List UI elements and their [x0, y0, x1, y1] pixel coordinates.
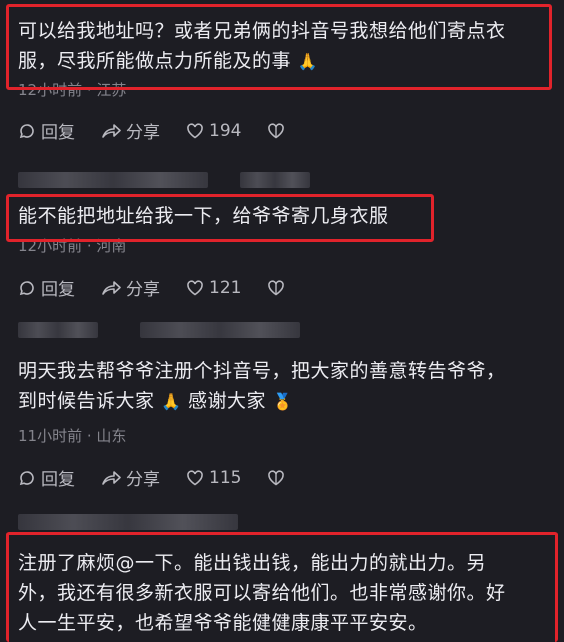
like-button[interactable]: 194: [186, 121, 241, 141]
share-icon: [102, 470, 121, 485]
blurred-username: [18, 322, 98, 338]
blurred-username: [140, 322, 300, 338]
highlight-box-2: [6, 194, 434, 242]
blurred-username: [18, 514, 238, 530]
reply-icon: [19, 470, 34, 485]
like-button[interactable]: 121: [186, 278, 241, 298]
comment-actions: 回复 分享 121: [18, 275, 316, 300]
share-button[interactable]: 分享: [101, 275, 160, 300]
blurred-username: [240, 172, 310, 188]
share-icon: [102, 123, 121, 138]
dislike-icon: [268, 122, 285, 138]
comment-meta: 11小时前 · 山东: [18, 427, 127, 445]
reply-button[interactable]: 回复: [18, 275, 75, 300]
like-count: 121: [209, 277, 242, 298]
reply-icon: [19, 280, 34, 295]
dislike-icon: [268, 469, 285, 485]
comment-text: 明天我去帮爷爷注册个抖音号，把大家的善意转告爷爷， 到时候告诉大家 🙏 感谢大家…: [18, 360, 506, 412]
like-button[interactable]: 115: [186, 468, 241, 488]
like-count: 115: [209, 467, 242, 488]
share-icon: [102, 280, 121, 295]
reply-icon: [19, 123, 34, 138]
dislike-button[interactable]: [267, 279, 290, 297]
pray-emoji: 🙏: [161, 392, 182, 411]
comment-actions: 回复 分享 115: [18, 465, 316, 490]
heart-icon: [187, 122, 203, 138]
dislike-button[interactable]: [267, 469, 290, 487]
comment-actions: 回复 分享 194: [18, 118, 316, 143]
highlight-box-3: [6, 532, 558, 642]
like-count: 194: [209, 120, 242, 141]
heart-icon: [187, 469, 203, 485]
reply-button[interactable]: 回复: [18, 118, 75, 143]
medal-emoji: 🏅: [272, 392, 294, 411]
dislike-icon: [268, 279, 285, 295]
dislike-button[interactable]: [267, 122, 290, 140]
blurred-username: [18, 172, 208, 188]
share-button[interactable]: 分享: [101, 465, 160, 490]
share-button[interactable]: 分享: [101, 118, 160, 143]
highlight-box-1: [6, 4, 552, 90]
reply-button[interactable]: 回复: [18, 465, 75, 490]
heart-icon: [187, 279, 203, 295]
